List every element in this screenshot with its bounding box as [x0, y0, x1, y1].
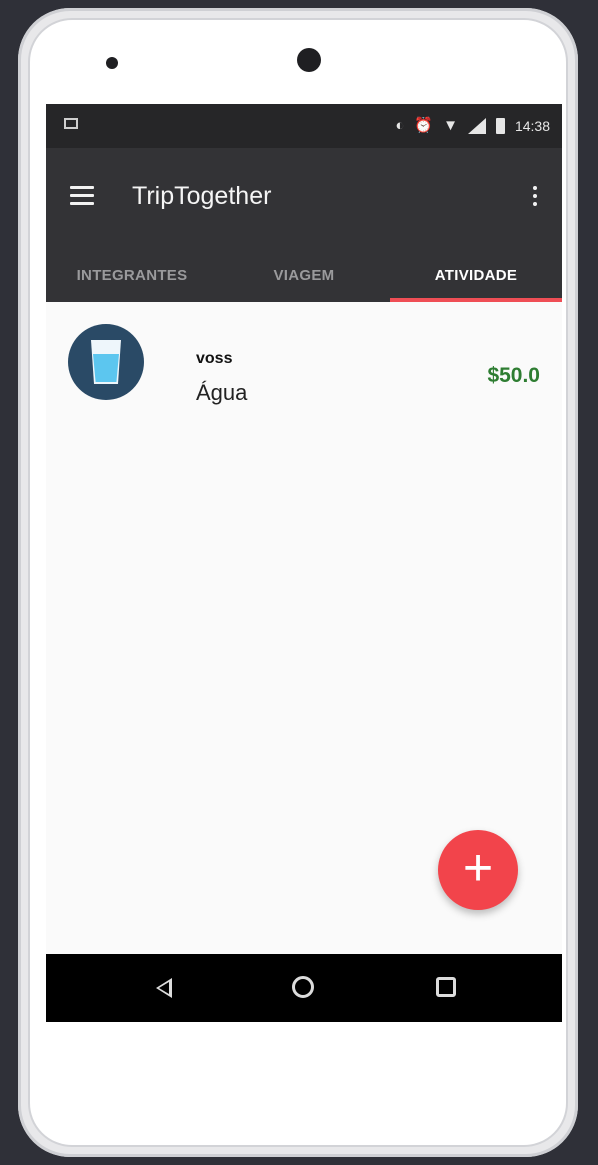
hamburger-menu-icon[interactable]	[70, 186, 94, 205]
vibrate-icon: ◐	[395, 117, 405, 134]
water-fill	[93, 354, 119, 382]
tab-viagem[interactable]: VIAGEM	[218, 248, 390, 302]
home-icon[interactable]	[292, 976, 314, 998]
signal-icon	[467, 118, 486, 134]
activity-amount: $50.0	[487, 364, 540, 387]
add-icon: +	[462, 839, 494, 897]
image-notification-icon	[64, 118, 78, 129]
status-bar: ◐ ⏰ ▼ 14:38	[46, 104, 562, 148]
app-bar: TripTogether	[46, 148, 562, 248]
back-icon[interactable]	[156, 978, 172, 998]
add-activity-button[interactable]: +	[438, 830, 518, 910]
app-title: TripTogether	[132, 182, 272, 210]
battery-icon	[495, 118, 505, 134]
alarm-icon: ⏰	[414, 117, 434, 134]
tab-integrantes[interactable]: INTEGRANTES	[46, 248, 218, 302]
activity-avatar	[68, 324, 144, 400]
status-time: 14:38	[514, 118, 550, 134]
wifi-icon: ▼	[443, 117, 458, 134]
phone-sensor	[106, 57, 118, 69]
more-vert-icon[interactable]	[533, 186, 538, 210]
phone-camera	[297, 48, 321, 72]
system-nav-bar	[46, 954, 562, 1022]
tab-bar: INTEGRANTES VIAGEM ATIVIDADE	[46, 248, 562, 302]
activity-list-item[interactable]: voss Água $50.0	[46, 302, 562, 422]
device-screen: ◐ ⏰ ▼ 14:38 TripTogether INTEGRANTES VIA…	[46, 104, 562, 1022]
activity-description: Água	[196, 380, 248, 405]
recent-apps-icon[interactable]	[436, 977, 456, 997]
activity-user: voss	[196, 350, 233, 367]
status-icons: ◐ ⏰ ▼ 14:38	[395, 116, 550, 136]
tab-atividade[interactable]: ATIVIDADE	[390, 248, 562, 302]
